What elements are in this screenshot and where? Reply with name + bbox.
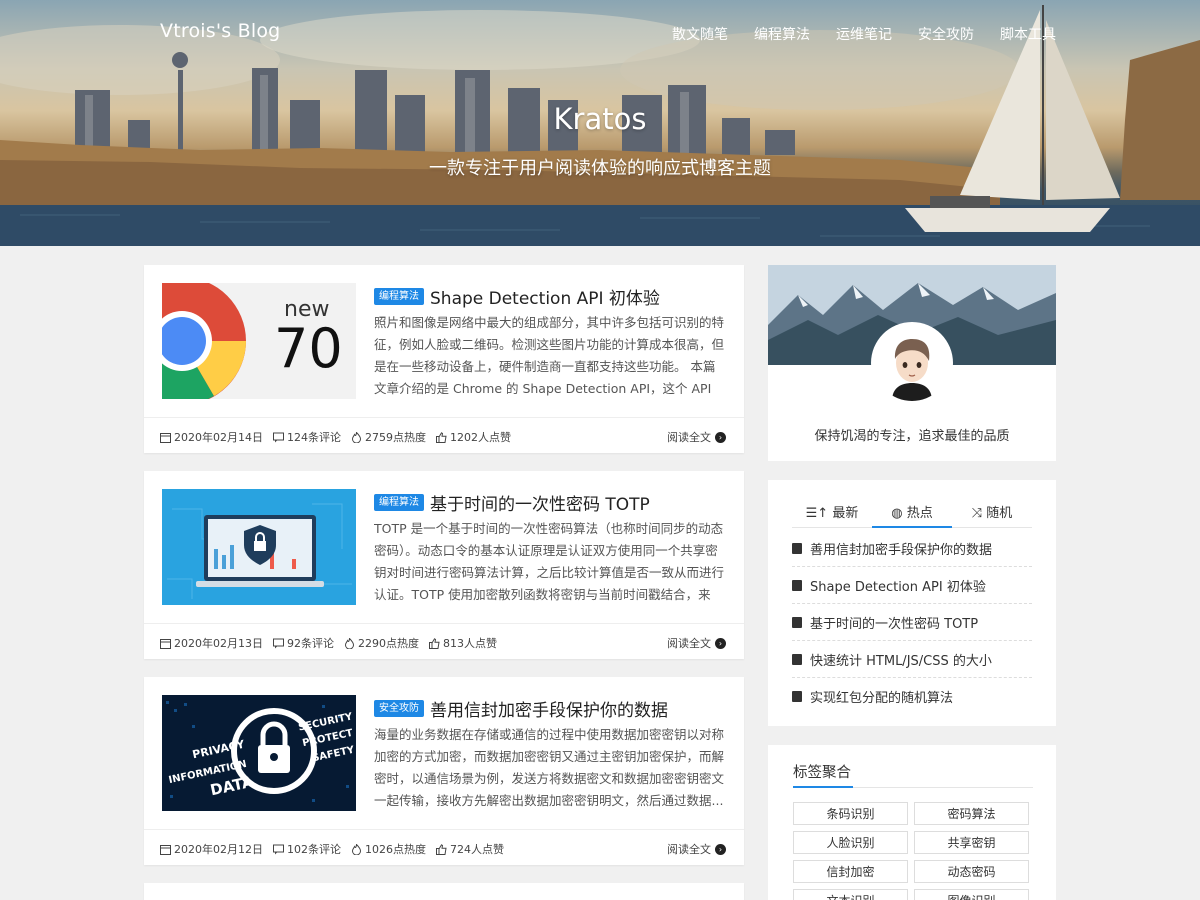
category-badge[interactable]: 安全攻防 xyxy=(374,699,424,717)
post-card: new 70 编程算法 Shape Detection API 初体验 照片和图… xyxy=(144,265,744,453)
post-comments[interactable]: 124条评论 xyxy=(273,429,341,445)
site-brand[interactable]: Vtrois's Blog xyxy=(160,20,280,42)
shuffle-icon: ⤨ xyxy=(971,506,983,521)
category-badge[interactable]: 编程算法 xyxy=(374,287,424,305)
tag-grid: 条码识别 密码算法 人脸识别 共享密钥 信封加密 动态密码 文本识别 图像识别 xyxy=(793,802,1033,900)
book-icon xyxy=(792,653,802,665)
list-item[interactable]: 实现红包分配的随机算法 xyxy=(792,678,1032,715)
sort-icon: ☰↑ xyxy=(805,506,829,521)
nav-item-programming[interactable]: 编程算法 xyxy=(754,24,810,44)
chevron-right-icon: › xyxy=(715,431,726,443)
hero-subtitle: 一款专注于用户阅读体验的响应式博客主题 xyxy=(429,158,771,179)
tag-item[interactable]: 图像识别 xyxy=(914,889,1029,900)
post-date: 2020年02月12日 xyxy=(160,841,263,857)
post-heat: 2759点热度 xyxy=(351,429,426,445)
post-card: PRIVACY INFORMATION DATA SECURITY PROTEC… xyxy=(144,677,744,865)
post-likes[interactable]: 1202人点赞 xyxy=(436,429,511,445)
nav-item-scripts[interactable]: 脚本工具 xyxy=(1000,24,1056,44)
flame-icon xyxy=(351,431,362,443)
post-card xyxy=(144,883,744,900)
profile-motto: 保持饥渴的专注，追求最佳的品质 xyxy=(814,429,1010,444)
tab-hot[interactable]: ◍ 热点 xyxy=(872,502,952,528)
avatar-cartoon-image xyxy=(874,325,950,401)
hero-title: Kratos xyxy=(553,102,647,136)
book-icon xyxy=(792,542,802,554)
tab-random[interactable]: ⤨ 随机 xyxy=(952,502,1032,527)
post-comments[interactable]: 102条评论 xyxy=(273,841,341,857)
widget-title: 标签聚合 xyxy=(793,765,851,781)
thumbs-up-icon xyxy=(436,431,447,443)
tag-item[interactable]: 人脸识别 xyxy=(793,831,908,854)
post-summary: TOTP 是一个基于时间的一次性密码算法（也称时间同步的动态密码）。动态口令的基… xyxy=(374,521,725,602)
title-underline xyxy=(793,786,853,788)
thumb-text-version: 70 xyxy=(274,317,343,380)
tab-latest[interactable]: ☰↑ 最新 xyxy=(792,502,872,527)
tag-item[interactable]: 共享密钥 xyxy=(914,831,1029,854)
flame-icon: ◍ xyxy=(891,506,903,521)
post-title[interactable]: Shape Detection API 初体验 xyxy=(430,284,660,309)
book-icon xyxy=(792,691,802,702)
calendar-icon xyxy=(160,638,171,649)
tab-bar: ☰↑ 最新 ◍ 热点 ⤨ 随机 xyxy=(792,502,1032,528)
chevron-right-icon: › xyxy=(715,637,726,649)
post-title[interactable]: 善用信封加密手段保护你的数据 xyxy=(430,696,668,721)
post-title[interactable]: 基于时间的一次性密码 TOTP xyxy=(430,490,650,515)
post-likes[interactable]: 724人点赞 xyxy=(436,841,504,857)
book-icon xyxy=(792,616,802,628)
list-item[interactable]: 善用信封加密手段保护你的数据 xyxy=(792,530,1032,567)
comment-icon xyxy=(273,432,284,442)
tag-item[interactable]: 条码识别 xyxy=(793,802,908,825)
read-more-link[interactable]: 阅读全文 › xyxy=(667,841,726,857)
nav-item-ops[interactable]: 运维笔记 xyxy=(836,24,892,44)
hot-post-list: 善用信封加密手段保护你的数据 Shape Detection API 初体验 基… xyxy=(792,530,1032,715)
calendar-icon xyxy=(160,432,171,443)
post-likes[interactable]: 813人点赞 xyxy=(429,635,497,651)
comment-icon xyxy=(273,844,284,854)
nav-item-security[interactable]: 安全攻防 xyxy=(918,24,974,44)
laptop-shield-illustration xyxy=(167,503,352,599)
post-heat: 1026点热度 xyxy=(351,841,426,857)
list-item[interactable]: Shape Detection API 初体验 xyxy=(792,567,1032,604)
nav-item-essays[interactable]: 散文随笔 xyxy=(672,24,728,44)
thumbs-up-icon xyxy=(436,843,447,855)
list-item[interactable]: 快速统计 HTML/JS/CSS 的大小 xyxy=(792,641,1032,678)
tag-item[interactable]: 动态密码 xyxy=(914,860,1029,883)
post-heat: 2290点热度 xyxy=(344,635,419,651)
post-thumbnail[interactable] xyxy=(162,489,356,605)
tag-cloud-widget: 标签聚合 条码识别 密码算法 人脸识别 共享密钥 信封加密 动态密码 文本识别 … xyxy=(768,745,1056,900)
post-summary: 海量的业务数据在存储或通信的过程中使用数据加密密钥以对称加密的方式加密，而数据加… xyxy=(374,727,725,808)
post-date: 2020年02月13日 xyxy=(160,635,263,651)
calendar-icon xyxy=(160,844,171,855)
post-thumbnail[interactable]: new 70 xyxy=(162,283,356,399)
tag-item[interactable]: 信封加密 xyxy=(793,860,908,883)
comment-icon xyxy=(273,638,284,648)
hero-banner: Vtrois's Blog 散文随笔 编程算法 运维笔记 安全攻防 脚本工具 K… xyxy=(0,0,1200,246)
post-thumbnail[interactable]: PRIVACY INFORMATION DATA SECURITY PROTEC… xyxy=(162,695,356,811)
post-date: 2020年02月14日 xyxy=(160,429,263,445)
chevron-right-icon: › xyxy=(715,843,726,855)
tag-item[interactable]: 密码算法 xyxy=(914,802,1029,825)
post-comments[interactable]: 92条评论 xyxy=(273,635,334,651)
thumbs-up-icon xyxy=(429,637,440,649)
book-icon xyxy=(792,579,802,591)
flame-icon xyxy=(344,637,355,649)
profile-widget: 保持饥渴的专注，追求最佳的品质 xyxy=(768,265,1056,461)
post-tabs-widget: ☰↑ 最新 ◍ 热点 ⤨ 随机 善用信封加密手段保护你的数据 Shape Det… xyxy=(768,480,1056,726)
read-more-link[interactable]: 阅读全文 › xyxy=(667,429,726,445)
main-nav: 散文随笔 编程算法 运维笔记 安全攻防 脚本工具 xyxy=(672,24,1056,44)
post-summary: 照片和图像是网络中最大的组成部分，其中许多包括可识别的特征，例如人脸或二维码。检… xyxy=(374,315,725,396)
list-item[interactable]: 基于时间的一次性密码 TOTP xyxy=(792,604,1032,641)
category-badge[interactable]: 编程算法 xyxy=(374,493,424,511)
flame-icon xyxy=(351,843,362,855)
tag-item[interactable]: 文本识别 xyxy=(793,889,908,900)
avatar[interactable] xyxy=(874,325,950,401)
read-more-link[interactable]: 阅读全文 › xyxy=(667,635,726,651)
post-card: 编程算法 基于时间的一次性密码 TOTP TOTP 是一个基于时间的一次性密码算… xyxy=(144,471,744,659)
